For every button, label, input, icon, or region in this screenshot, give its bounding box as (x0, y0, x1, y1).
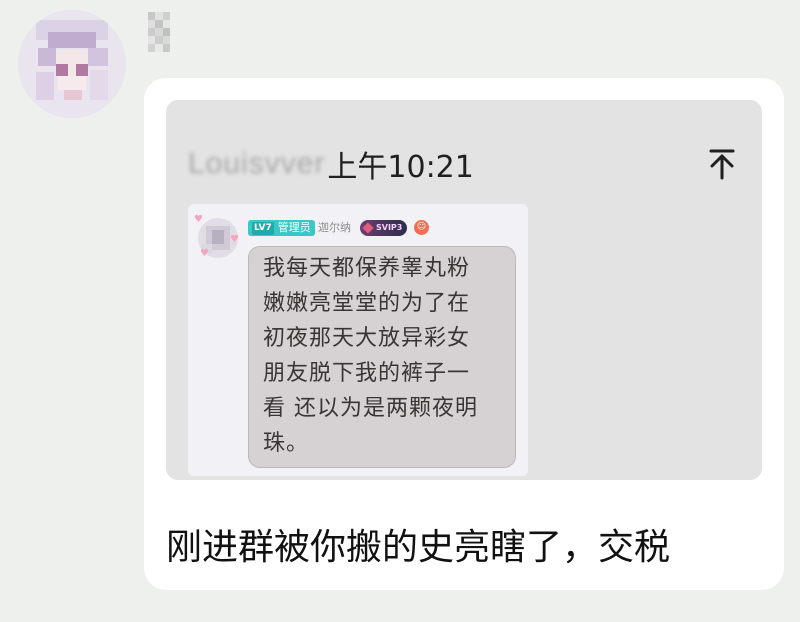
quote-author: Louisvver (188, 147, 326, 180)
inner-message-line: 嫩嫩亮堂堂的为了在 (263, 291, 471, 316)
level-label: LV7 (252, 221, 274, 235)
medal-icon: ☺ (414, 220, 429, 235)
heart-icon: ♥ (200, 248, 209, 259)
heart-icon: ♥ (230, 234, 239, 245)
sender-avatar[interactable] (18, 10, 126, 118)
quote-header: Louisvver 上午10:21 (188, 144, 474, 185)
inner-message-line: 看 还以为是两颗夜明 (263, 396, 478, 421)
quote-time: 上午10:21 (327, 150, 474, 185)
inner-message-line: 我每天都保养睾丸粉 (263, 256, 471, 281)
quoted-message[interactable]: Louisvver 上午10:21 ♥ ♥ ♥ LV7 管理员 迦尔纳 SVIP… (166, 100, 762, 480)
inner-sender-name: 迦尔纳 (318, 221, 351, 234)
level-badge: LV7 管理员 (248, 220, 315, 236)
inner-message-bubble: 我每天都保养睾丸粉 嫩嫩亮堂堂的为了在 初夜那天大放异彩女 朋友脱下我的裤子一 … (248, 246, 516, 468)
inner-message-line: 初夜那天大放异彩女 (263, 326, 471, 351)
sender-nickname (148, 12, 170, 52)
vip-badge: SVIP3 (360, 220, 408, 236)
quoted-screenshot-image[interactable]: ♥ ♥ ♥ LV7 管理员 迦尔纳 SVIP3 ☺ 我每天都保养睾丸粉 嫩嫩亮堂… (188, 204, 528, 476)
pin-top-icon[interactable] (708, 148, 736, 180)
heart-icon: ♥ (194, 214, 203, 225)
role-label: 管理员 (277, 221, 311, 234)
message-bubble[interactable]: Louisvver 上午10:21 ♥ ♥ ♥ LV7 管理员 迦尔纳 SVIP… (144, 78, 784, 590)
inner-message-line: 朋友脱下我的裤子一 (263, 361, 471, 386)
inner-message-line: 珠。 (263, 431, 310, 456)
message-text: 刚进群被你搬的史亮瞎了，交税 (166, 527, 671, 568)
